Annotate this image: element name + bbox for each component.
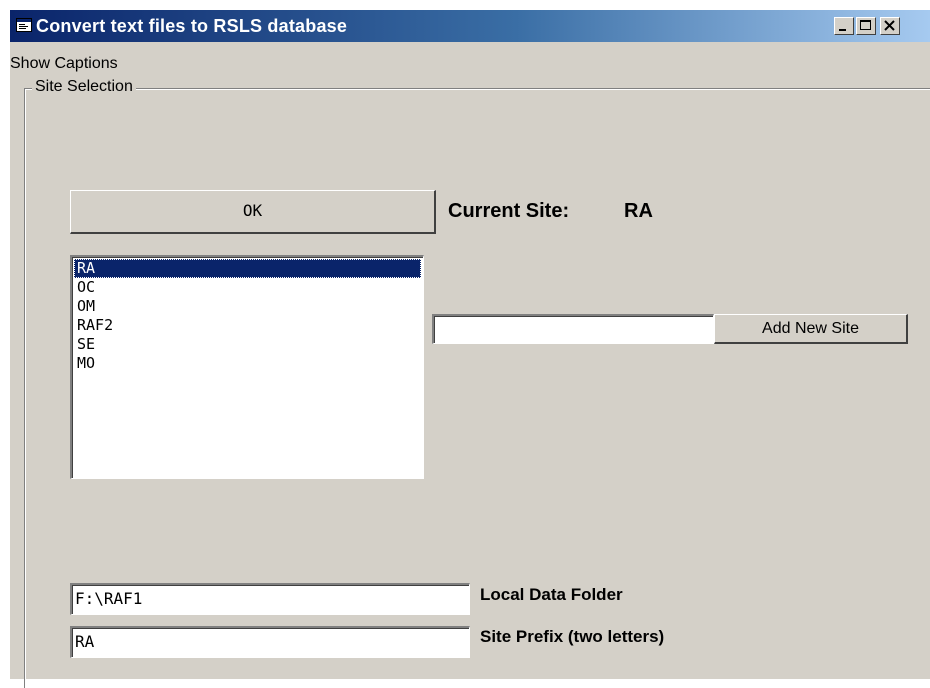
minimize-button[interactable] xyxy=(834,17,854,35)
list-item[interactable]: SE xyxy=(74,335,421,354)
ok-button[interactable]: OK xyxy=(70,190,436,234)
title-bar[interactable]: Convert text files to RSLS database xyxy=(10,10,930,42)
current-site-label: Current Site: xyxy=(448,200,570,222)
site-listbox[interactable]: RA OC OM RAF2 SE MO xyxy=(70,255,424,479)
list-item[interactable]: OM xyxy=(74,297,421,316)
close-button[interactable] xyxy=(880,17,900,35)
site-prefix-input[interactable]: RA xyxy=(70,626,470,658)
add-new-site-button[interactable]: Add New Site xyxy=(714,314,908,344)
list-item[interactable]: OC xyxy=(74,278,421,297)
site-prefix-label: Site Prefix (two letters) xyxy=(480,627,665,646)
site-selection-caption: Site Selection xyxy=(32,78,136,96)
maximize-button[interactable] xyxy=(856,17,876,35)
new-site-input[interactable] xyxy=(432,314,714,344)
list-item[interactable]: MO xyxy=(74,354,421,373)
list-item[interactable]: RA xyxy=(74,259,421,278)
window-title: Convert text files to RSLS database xyxy=(36,16,348,36)
list-item[interactable]: RAF2 xyxy=(74,316,421,335)
menu-show-captions[interactable]: Show Captions xyxy=(10,54,118,73)
current-site-value: RA xyxy=(624,200,653,222)
local-data-folder-label: Local Data Folder xyxy=(480,585,623,604)
app-window-icon[interactable] xyxy=(16,18,32,32)
local-data-folder-input[interactable]: F:\RAF1 xyxy=(70,583,470,615)
